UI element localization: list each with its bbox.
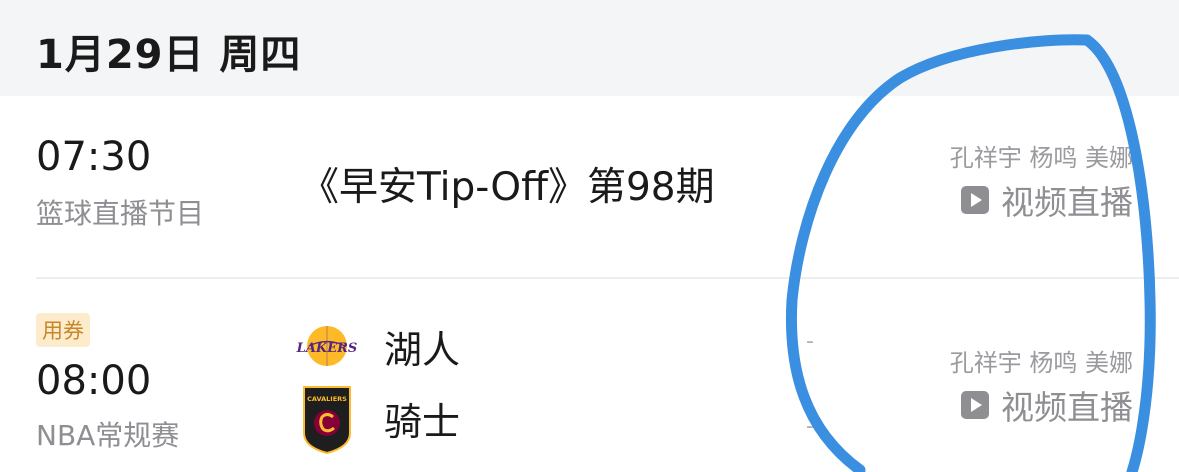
team-score: - — [806, 329, 814, 354]
team-score: - — [806, 414, 814, 439]
svg-text:LAKERS: LAKERS — [296, 341, 357, 356]
schedule-row[interactable]: 07:30 篮球直播节目 《早安Tip-Off》第98期 孔祥宇 杨鸣 美娜 视… — [0, 96, 1179, 278]
program-title: 《早安Tip-Off》第98期 — [300, 165, 715, 210]
cavaliers-logo: CAVALIERS — [296, 386, 358, 455]
schedule-row[interactable]: 用券 08:00 NBA常规赛 LAKERS 湖人 CAVALIERS 骑士 -… — [0, 279, 1179, 472]
start-time: 07:30 — [36, 134, 152, 180]
start-time: 08:00 — [36, 358, 152, 404]
svg-text:CAVALIERS: CAVALIERS — [307, 395, 347, 403]
play-icon — [961, 186, 989, 214]
team-away: CAVALIERS 骑士 — [296, 386, 461, 455]
team-home: LAKERS 湖人 — [296, 315, 460, 377]
team-name: 骑士 — [384, 399, 461, 444]
video-live-label: 视频直播 — [1001, 388, 1133, 427]
video-live-button[interactable]: 视频直播 — [961, 176, 1133, 224]
coupon-badge: 用券 — [36, 313, 90, 347]
date-label: 1月29日 周四 — [36, 32, 302, 78]
category-label: NBA常规赛 — [36, 419, 180, 452]
commentators-label: 孔祥宇 杨鸣 美娜 — [949, 349, 1133, 377]
lakers-logo: LAKERS — [296, 315, 358, 377]
video-live-button[interactable]: 视频直播 — [961, 381, 1133, 429]
date-header: 1月29日 周四 — [0, 0, 1179, 96]
commentators-label: 孔祥宇 杨鸣 美娜 — [949, 144, 1133, 172]
play-icon — [961, 391, 989, 419]
video-live-label: 视频直播 — [1001, 183, 1133, 222]
category-label: 篮球直播节目 — [36, 197, 205, 230]
team-name: 湖人 — [384, 327, 461, 372]
